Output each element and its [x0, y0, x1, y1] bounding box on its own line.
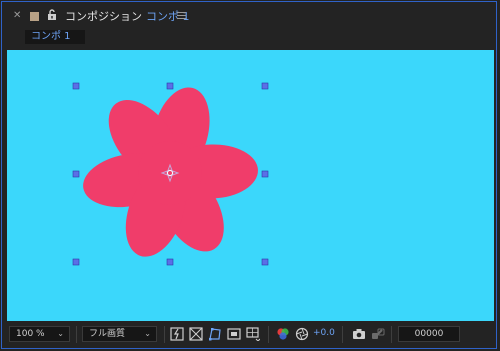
handle-bottom-left: [72, 258, 80, 266]
divider: [342, 326, 343, 343]
close-icon[interactable]: ✕: [13, 11, 21, 21]
panel-header: ✕ コンポジション コンポ 1: [2, 2, 496, 28]
transparency-grid-icon[interactable]: [189, 327, 203, 341]
handle-middle-left: [72, 170, 80, 178]
handle-top-right: [261, 82, 269, 90]
panel-title-label: コンポジション: [65, 10, 142, 23]
zoom-dropdown[interactable]: 100 % ⌄: [9, 326, 70, 342]
divider: [76, 326, 77, 343]
chevron-down-icon: ⌄: [57, 329, 64, 338]
fast-previews-icon[interactable]: [170, 327, 184, 341]
zoom-value: 100 %: [16, 329, 45, 339]
divider: [164, 326, 165, 343]
flower-shape: [83, 87, 258, 257]
show-snapshot-icon[interactable]: [371, 327, 385, 341]
tab-comp-1[interactable]: コンポ 1: [25, 30, 85, 44]
panel-menu-icon[interactable]: [177, 11, 186, 20]
handle-middle-right: [261, 170, 269, 178]
divider: [268, 326, 269, 343]
reset-exposure-icon[interactable]: [295, 327, 309, 341]
resolution-value: フル画質: [89, 329, 126, 339]
color-channels-icon[interactable]: [276, 327, 290, 341]
viewer-toolbar: 100 % ⌄ フル画質 ⌄ +0.0 00000: [2, 322, 496, 348]
handle-bottom-center: [166, 258, 174, 266]
flower-layer[interactable]: [7, 50, 494, 321]
snapshot-icon[interactable]: [352, 327, 366, 341]
exposure-value[interactable]: +0.0: [313, 328, 335, 338]
handle-top-center: [166, 82, 174, 90]
tab-row: コンポ 1: [2, 28, 496, 48]
chevron-down-icon: ⌄: [144, 329, 151, 338]
handle-top-left: [72, 82, 80, 90]
handle-bottom-right: [261, 258, 269, 266]
panel-title: コンポジション コンポ 1: [65, 10, 190, 23]
composition-panel: ✕ コンポジション コンポ 1 コンポ 1 100 % ⌄ フル画質 ⌄ +0.…: [0, 0, 500, 351]
label-color-swatch[interactable]: [30, 12, 39, 21]
composition-viewer[interactable]: [7, 50, 494, 321]
resolution-dropdown[interactable]: フル画質 ⌄: [82, 326, 157, 342]
grid-guides-icon[interactable]: [246, 327, 260, 341]
lock-icon[interactable]: [46, 9, 58, 21]
divider: [391, 326, 392, 343]
current-time-field[interactable]: 00000: [398, 326, 460, 342]
mask-path-visibility-icon[interactable]: [208, 327, 222, 341]
region-of-interest-icon[interactable]: [227, 327, 241, 341]
